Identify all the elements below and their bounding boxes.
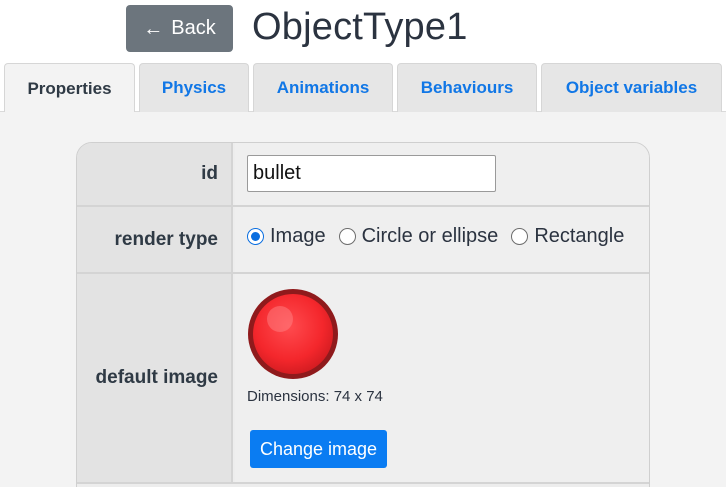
tab-behaviours[interactable]: Behaviours xyxy=(397,63,537,112)
radio-label: Image xyxy=(270,225,326,247)
properties-table: id render type Image Circle or ellipse xyxy=(76,142,650,487)
tab-properties[interactable]: Properties xyxy=(4,63,135,113)
radio-label: Circle or ellipse xyxy=(361,225,499,247)
radio-label: Rectangle xyxy=(534,225,625,247)
tab-object-variables[interactable]: Object variables xyxy=(541,63,722,112)
image-dimensions: Dimensions: 74 x 74 xyxy=(247,388,383,405)
id-input[interactable] xyxy=(247,155,496,192)
header: ← Back ObjectType1 xyxy=(0,0,726,62)
back-button[interactable]: ← Back xyxy=(126,5,233,52)
radio-button[interactable] xyxy=(511,228,529,245)
change-image-button[interactable]: Change image xyxy=(250,430,387,468)
radio-button[interactable] xyxy=(247,228,264,245)
property-value: Image Circle or ellipse Rectangle xyxy=(235,207,649,272)
property-row-id: id xyxy=(77,143,649,207)
page-title: ObjectType1 xyxy=(252,6,468,48)
property-value xyxy=(235,143,649,205)
property-row-render-type: render type Image Circle or ellipse Rect… xyxy=(77,207,649,274)
red-ball-sprite-icon xyxy=(248,289,338,379)
arrow-left-icon: ← xyxy=(143,17,164,40)
property-row-default-image: default image Dimensions: 74 x 74 Change… xyxy=(77,274,649,484)
property-label: id xyxy=(77,143,233,205)
radio-button[interactable] xyxy=(338,228,356,245)
property-label: render type xyxy=(77,207,233,272)
properties-panel: id render type Image Circle or ellipse xyxy=(0,112,726,487)
radio-option-rectangle[interactable]: Rectangle xyxy=(511,225,624,248)
tab-label: Physics xyxy=(161,78,227,97)
radio-option-image[interactable]: Image xyxy=(247,225,326,248)
property-label: default image xyxy=(77,274,233,482)
render-type-radio-group: Image Circle or ellipse Rectangle xyxy=(247,225,637,248)
tab-label: Object variables xyxy=(565,78,698,97)
tab-bar: Properties Physics Animations Behaviours… xyxy=(0,62,726,113)
radio-option-circle-or-ellipse[interactable]: Circle or ellipse xyxy=(338,225,499,248)
tab-label: Properties xyxy=(27,78,112,98)
tab-label: Behaviours xyxy=(420,78,514,97)
tab-animations[interactable]: Animations xyxy=(253,63,393,112)
back-button-label: Back xyxy=(171,17,216,39)
tab-physics[interactable]: Physics xyxy=(139,63,249,112)
tab-label: Animations xyxy=(276,78,370,97)
property-value: Dimensions: 74 x 74 Change image xyxy=(235,274,649,482)
